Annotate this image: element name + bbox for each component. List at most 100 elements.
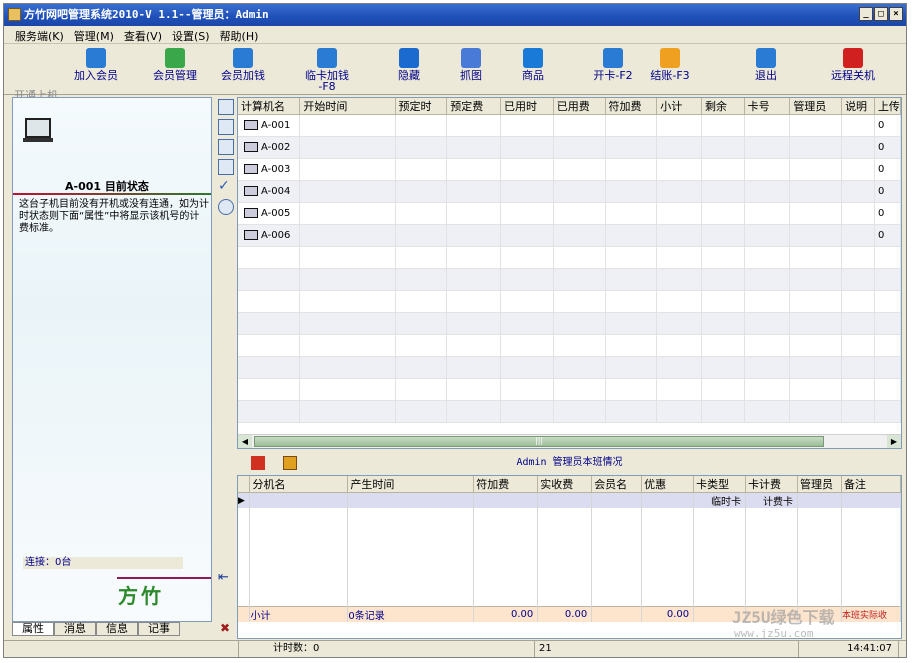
toolbar-button-8[interactable]: 开卡-F2: [588, 48, 638, 81]
shift-column-header[interactable]: 卡类型: [693, 476, 747, 493]
shift-column-header[interactable]: 符加费: [473, 476, 539, 493]
shift-table: 分机名 产生时间 符加费 实收费 会员名 优惠 卡类型 卡计费 管理员 备注 ▶ 临时卡 计费卡 …: [238, 476, 901, 622]
shift-column-header[interactable]: 分机名: [249, 476, 349, 493]
column-header[interactable]: 预定时: [395, 98, 448, 115]
scroll-left-icon[interactable]: ◀: [238, 435, 252, 448]
shift-column-header[interactable]: 管理员: [797, 476, 842, 493]
collapse-left-icon[interactable]: ⇤: [218, 570, 229, 585]
computer-row[interactable]: A-002 0: [238, 136, 901, 159]
app-window: 方竹网吧管理系统2010-V 1.1--管理员：Admin _ □ × 服务端(…: [3, 3, 907, 658]
computer-name: A-002: [261, 142, 291, 153]
check-icon[interactable]: ✓: [218, 179, 234, 195]
panel-tabs: 属性 消息 信息 记事: [12, 622, 180, 636]
member-recharge-icon: [233, 48, 253, 68]
computer-icon: [244, 120, 258, 130]
computer-row[interactable]: A-003 0: [238, 158, 901, 181]
shift-column-header[interactable]: 卡计费: [745, 476, 799, 493]
toolbar-button-label: 加入会员: [74, 69, 118, 82]
column-header[interactable]: 开始时间: [299, 98, 396, 115]
toolbar-button-4[interactable]: 临卡加钱 -F8: [296, 48, 358, 92]
menu-view[interactable]: 查看(V): [119, 26, 167, 43]
computer-row[interactable]: A-004 0: [238, 180, 901, 203]
column-header[interactable]: 预定费: [446, 98, 502, 115]
layout-icon[interactable]: [218, 99, 234, 115]
divider: [13, 193, 211, 195]
status-panel: A-001 目前状态 这台子机目前没有开机或没有连通，如为计时状态则下面“属性”…: [12, 97, 212, 622]
tab-messages[interactable]: 消息: [54, 622, 96, 636]
upload-cell: 0: [874, 202, 901, 225]
computer-row[interactable]: A-006 0: [238, 224, 901, 247]
tab-properties[interactable]: 属性: [12, 622, 54, 636]
toolbar-button-0[interactable]: 开通上机: [8, 48, 64, 101]
scroll-right-icon[interactable]: ▶: [887, 435, 901, 448]
computer-row[interactable]: A-001 0: [238, 114, 901, 137]
menu-settings[interactable]: 设置(S): [167, 26, 215, 43]
toolbar: 开通上机 加入会员 会员管理 会员加钱 临卡加钱 -F8 隐藏 抓图 商品 开卡-F2 结账-F3…: [4, 45, 906, 101]
upload-cell: 0: [874, 114, 901, 137]
tab-info[interactable]: 信息: [96, 622, 138, 636]
screenshot-icon: [461, 48, 481, 68]
horizontal-scrollbar[interactable]: ◀ ||| ▶: [238, 434, 901, 448]
toolbar-button-label: 开卡-F2: [593, 69, 633, 82]
computer-name: A-004: [261, 186, 291, 197]
grid-icon[interactable]: [218, 119, 234, 135]
row-indicator-header: [238, 476, 251, 493]
minimize-button[interactable]: _: [859, 7, 873, 21]
window-title: 方竹网吧管理系统2010-V 1.1--管理员：Admin: [24, 8, 269, 21]
shift-column-header[interactable]: 优惠: [641, 476, 695, 493]
toolbar-button-9[interactable]: 结账-F3: [644, 48, 696, 81]
empty-row: [238, 246, 901, 269]
column-header[interactable]: 管理员: [789, 98, 843, 115]
shift-column-header[interactable]: 产生时间: [347, 476, 475, 493]
shift-column-header[interactable]: 备注: [841, 476, 901, 493]
calendar-icon[interactable]: [218, 139, 234, 155]
tab-notes[interactable]: 记事: [138, 622, 180, 636]
computer-table: 计算机名 开始时间 预定时 预定费 已用时 已用费 符加费 小计 剩余 卡号 管理员 说明 上传 A-0…: [238, 98, 901, 423]
toolbar-button-3[interactable]: 会员加钱: [212, 48, 274, 81]
remote-shutdown-icon: [843, 48, 863, 68]
shift-column-header[interactable]: 实收费: [537, 476, 593, 493]
close-button[interactable]: ×: [889, 7, 903, 21]
toolbar-button-2[interactable]: 会员管理: [144, 48, 206, 81]
computer-name: A-006: [261, 230, 291, 241]
column-header[interactable]: 剩余: [701, 98, 745, 115]
shift-column-header[interactable]: 会员名: [591, 476, 643, 493]
scrollbar-thumb[interactable]: |||: [254, 436, 824, 447]
toolbar-button-1[interactable]: 加入会员: [68, 48, 124, 81]
tools-icon[interactable]: ✖: [220, 621, 230, 635]
toolbar-button-label: 会员加钱: [221, 69, 265, 82]
toolbar-button-6[interactable]: 抓图: [450, 48, 492, 81]
toolbar-button-11[interactable]: 远程关机: [824, 48, 882, 81]
maximize-button[interactable]: □: [874, 7, 888, 21]
summary-note: 本班实际收: [841, 605, 901, 622]
column-header[interactable]: 符加费: [605, 98, 658, 115]
column-header[interactable]: 小计: [656, 98, 702, 115]
toolbar-button-label: 商品: [522, 69, 544, 82]
cart-icon: [523, 48, 543, 68]
menu-help[interactable]: 帮助(H): [215, 26, 264, 43]
menu-manage[interactable]: 管理(M): [69, 26, 119, 43]
toolbar-button-5[interactable]: 隐藏: [388, 48, 430, 81]
selected-row[interactable]: ▶ 临时卡 计费卡: [238, 492, 901, 508]
title-bar[interactable]: 方竹网吧管理系统2010-V 1.1--管理员：Admin _ □ ×: [4, 4, 906, 26]
hide-icon: [399, 48, 419, 68]
computer-icon: [244, 230, 258, 240]
column-header[interactable]: 已用时: [500, 98, 554, 115]
computer-row[interactable]: A-005 0: [238, 202, 901, 225]
toolbar-button-7[interactable]: 商品: [512, 48, 554, 81]
column-header[interactable]: 已用费: [553, 98, 606, 115]
column-header[interactable]: 卡号: [744, 98, 791, 115]
column-header[interactable]: 上传: [874, 98, 901, 115]
list-icon[interactable]: [218, 159, 234, 175]
column-header[interactable]: 说明: [841, 98, 875, 115]
member-manage-icon: [165, 48, 185, 68]
empty-row: [238, 290, 901, 313]
clock-icon[interactable]: [218, 199, 234, 215]
empty-row: [238, 356, 901, 379]
menu-server[interactable]: 服务端(K): [10, 26, 69, 43]
toolbar-button-10[interactable]: 退出: [744, 48, 788, 81]
machine-status-description: 这台子机目前没有开机或没有连通，如为计时状态则下面“属性”中将显示该机号的计费标…: [19, 199, 209, 234]
toolbar-button-label: 抓图: [460, 69, 482, 82]
add-member-icon: [86, 48, 106, 68]
column-header[interactable]: 计算机名: [238, 98, 301, 115]
